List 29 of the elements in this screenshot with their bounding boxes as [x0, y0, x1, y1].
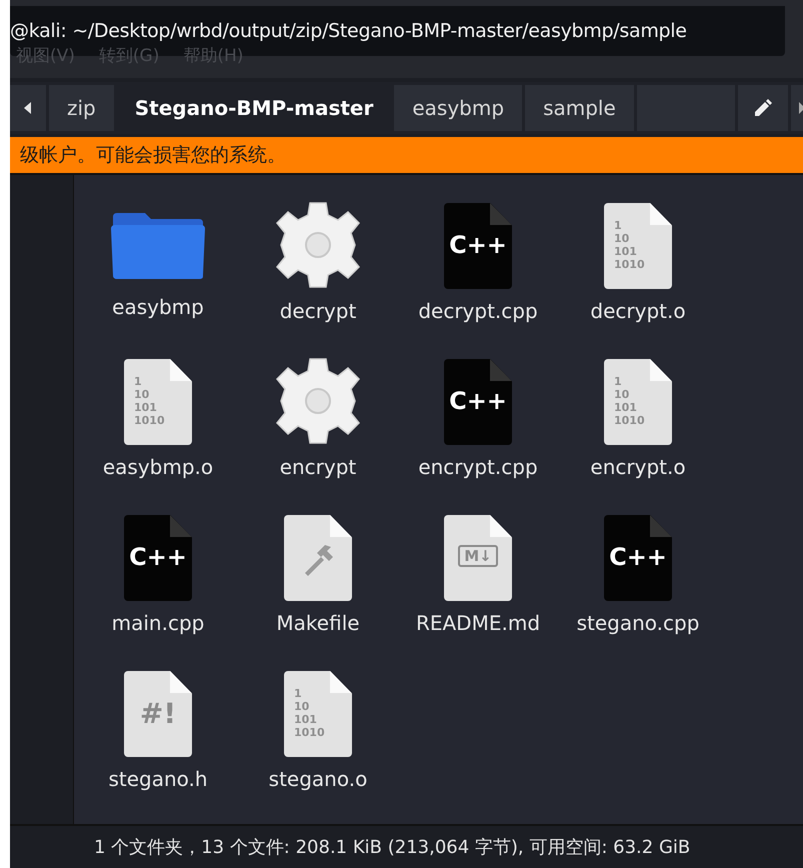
- file-name[interactable]: stegano.h: [108, 767, 208, 791]
- file-name[interactable]: encrypt.o: [590, 455, 686, 479]
- warning-text: 级帐户。可能会损害您的系统。: [20, 143, 286, 168]
- file-name[interactable]: decrypt.o: [590, 299, 686, 323]
- file-name[interactable]: easybmp: [112, 295, 204, 319]
- file-name[interactable]: stegano.cpp: [576, 611, 700, 635]
- status-text: 1 个文件夹，13 个文件: 208.1 KiB (213,064 字节), 可用空间: 63.2 GiB: [94, 836, 690, 859]
- path-crumb[interactable]: easybmp: [394, 85, 522, 131]
- path-crumb[interactable]: sample: [525, 85, 634, 131]
- gear-icon[interactable]: [274, 201, 362, 289]
- file-name[interactable]: encrypt.cpp: [418, 455, 538, 479]
- file-name[interactable]: Makefile: [276, 611, 360, 635]
- file-name[interactable]: decrypt.cpp: [418, 299, 538, 323]
- gear-icon[interactable]: [274, 357, 362, 445]
- file-name[interactable]: decrypt: [280, 299, 356, 323]
- cpp-file-icon[interactable]: C++: [124, 515, 192, 601]
- hammer-file-icon[interactable]: [284, 515, 352, 601]
- terminal-title: @kali: ~/Desktop/wrbd/output/zip/Stegano-BMP-master/easybmp/sample: [10, 20, 687, 42]
- file-name[interactable]: easybmp.o: [102, 455, 214, 479]
- file-name[interactable]: main.cpp: [112, 611, 204, 635]
- cpp-file-icon[interactable]: C++: [604, 515, 672, 601]
- folder-icon[interactable]: [111, 211, 205, 281]
- file-name[interactable]: stegano.o: [268, 767, 368, 791]
- cpp-file-icon[interactable]: C++: [444, 203, 512, 289]
- file-name[interactable]: encrypt: [280, 455, 356, 479]
- cpp-file-icon[interactable]: C++: [444, 359, 512, 445]
- file-name[interactable]: README.md: [416, 611, 540, 635]
- path-crumb[interactable]: zip: [49, 85, 114, 131]
- edit-pencil-icon[interactable]: [738, 85, 788, 131]
